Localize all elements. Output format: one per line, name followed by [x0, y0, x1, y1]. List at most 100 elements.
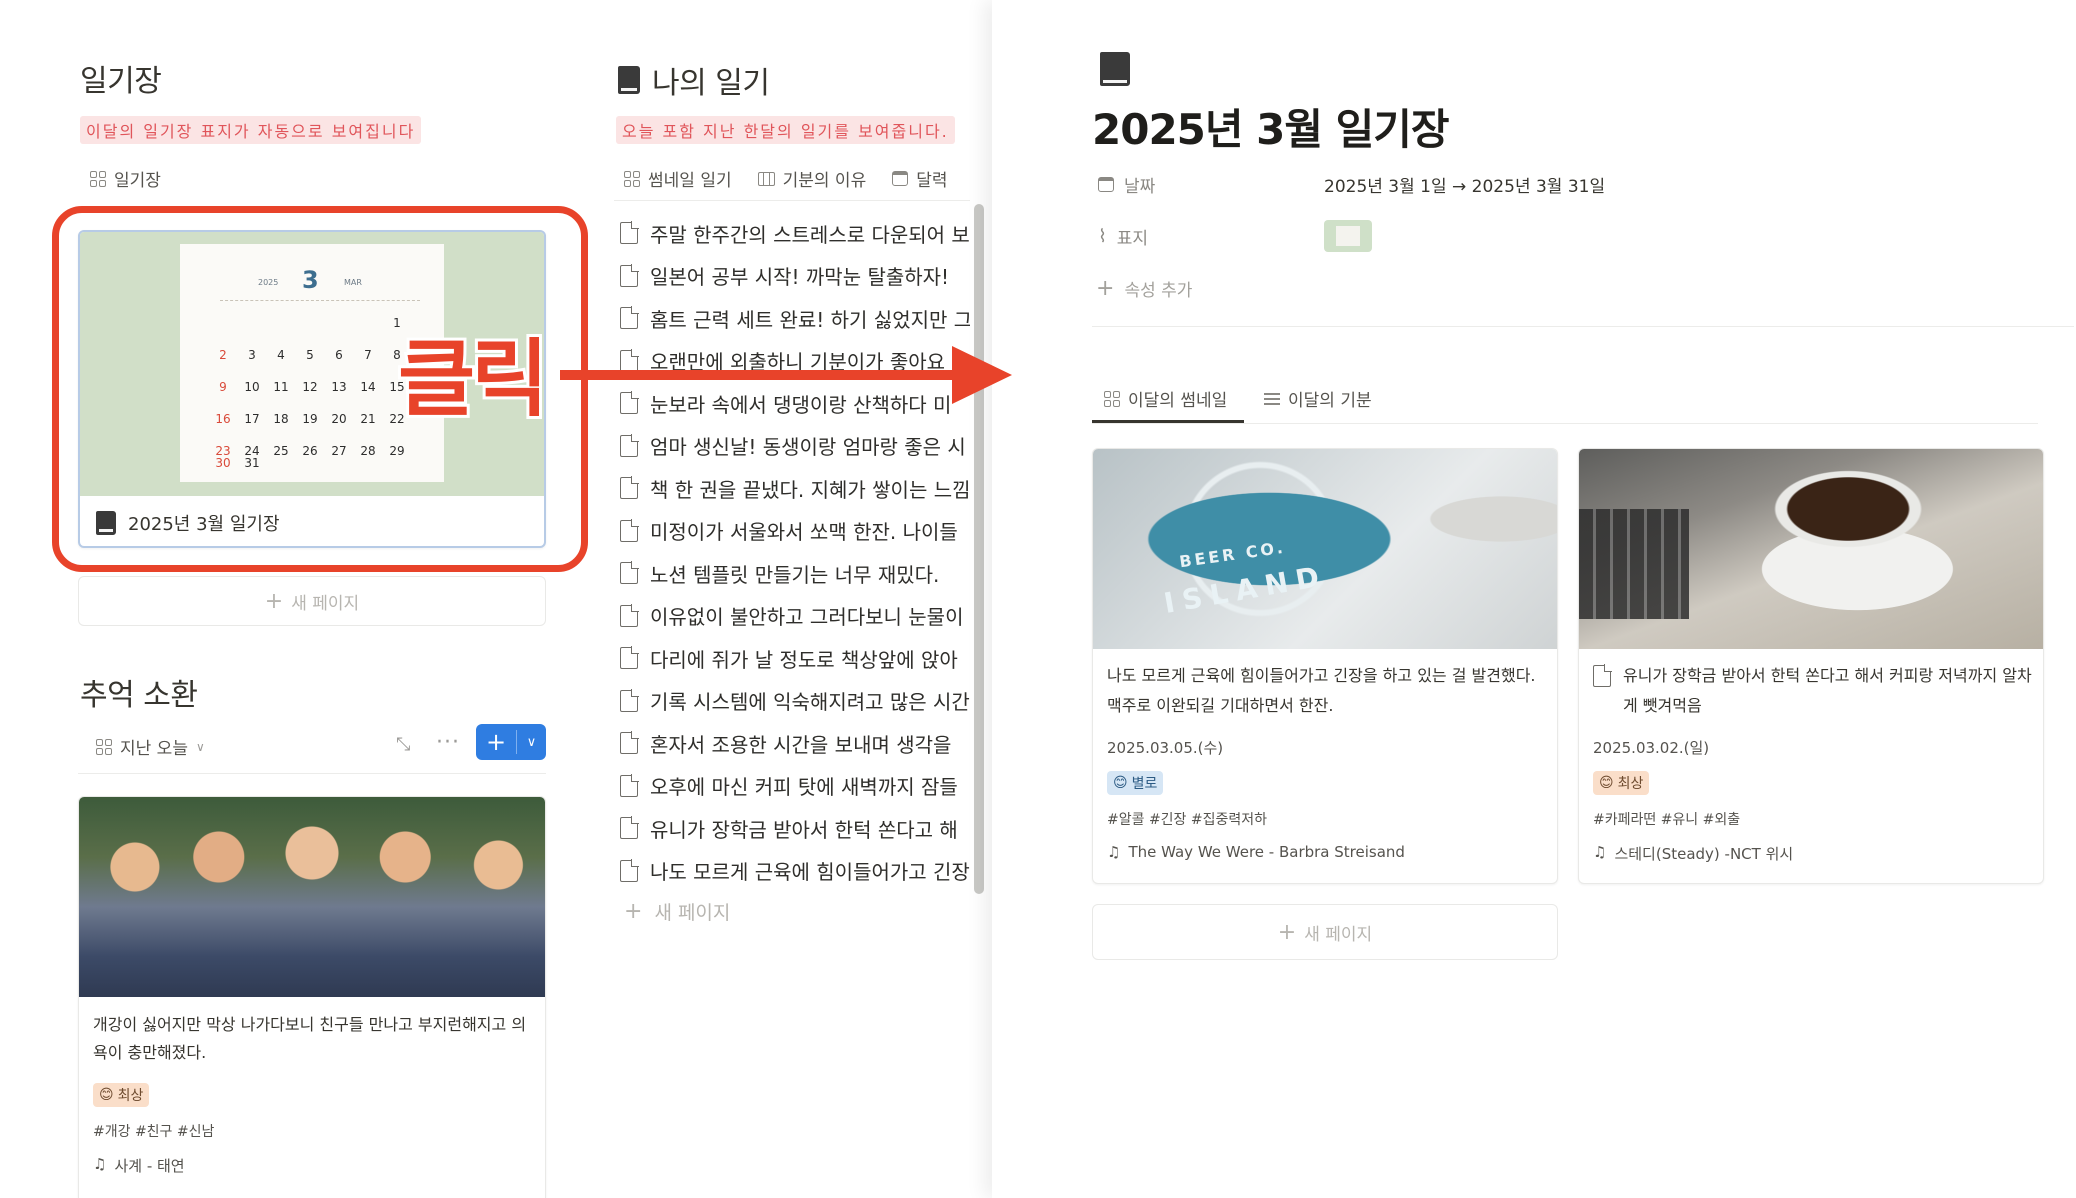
scrollbar-thumb[interactable]: [974, 204, 984, 894]
tab-mood-reason[interactable]: 기분의 이유: [757, 166, 866, 191]
memory-view-tab[interactable]: 지난 오늘 ∨: [96, 734, 205, 759]
card-1-tags: #알콜 #긴장 #집중력저하: [1107, 812, 1268, 828]
thumbnail-card-1[interactable]: BEER CO. ISLAND 나도 모르게 근육에 힘이들어가고 긴장을 하고…: [1092, 448, 1558, 884]
diary-entry-title: 기록 시스템에 익숙해지려고 많은 시간: [650, 690, 970, 714]
page-icon: [620, 263, 639, 287]
tab-calendar[interactable]: 달력: [892, 166, 948, 191]
tab-monthly-mood[interactable]: 이달의 기분: [1264, 386, 1372, 411]
prop-date-value[interactable]: 2025년 3월 1일 → 2025년 3월 31일: [1324, 172, 1605, 197]
card-photo-beer-cup: BEER CO. ISLAND: [1093, 449, 1557, 649]
diary-view-label: 일기장: [114, 171, 161, 191]
diary-entry-title: 책 한 권을 끝냈다. 지혜가 쌓이는 느낌: [650, 477, 970, 502]
my-diary-view-tabs: 썸네일 일기 기분의 이유 달력: [624, 166, 970, 191]
memory-mood-badge: 😊 최상: [93, 1083, 150, 1107]
plus-icon: +: [1096, 276, 1115, 301]
chevron-down-icon[interactable]: ∨: [517, 735, 546, 750]
page-title: 2025년 3월 일기장: [1092, 105, 1450, 154]
my-diary-new-page-button[interactable]: + 새 페이지: [624, 898, 730, 925]
diary-entry-title: 홈트 근력 세트 완료! 하기 싫었지만 그: [650, 307, 970, 332]
arrow-annotation: [560, 346, 1012, 404]
diary-entry-row[interactable]: 책 한 권을 끝냈다. 지혜가 쌓이는 느낌: [620, 467, 970, 509]
expand-icon[interactable]: ⤡: [396, 734, 410, 755]
thumbnail-card-2[interactable]: 유니가 장학금 받아서 한턱 쏜다고 해서 커피랑 저녁까지 알차게 뺏겨먹음 …: [1578, 448, 2044, 884]
card-1-song-text: The Way We Were - Barbra Streisand: [1128, 843, 1405, 861]
memory-mood-label: 최상: [117, 1088, 144, 1104]
my-diary-hint: 오늘 포함 지난 한달의 일기를 보여줍니다.: [616, 116, 955, 144]
prop-date-label: 날짜: [1124, 177, 1156, 197]
smile-icon: 😊: [1599, 775, 1614, 791]
card-1-song: ♫ The Way We Were - Barbra Streisand: [1107, 843, 1405, 861]
card-2-text-row: 유니가 장학금 받아서 한턱 쏜다고 해서 커피랑 저녁까지 알차게 뺏겨먹음: [1593, 661, 2033, 721]
music-note-icon: ♫: [1107, 843, 1121, 861]
tab-calendar-label: 달력: [916, 171, 948, 191]
tab-thumbnail-diary[interactable]: 썸네일 일기: [624, 166, 732, 191]
gallery-icon: [1104, 390, 1120, 407]
diary-entry-row[interactable]: 다리에 쥐가 날 정도로 책상앞에 앉아: [620, 637, 970, 679]
my-diary-header: 나의 일기: [618, 58, 770, 102]
my-diary-divider: [614, 200, 970, 201]
diary-entry-row[interactable]: 일본어 공부 시작! 까막눈 탈출하자!: [620, 255, 970, 297]
card-2-text: 유니가 장학금 받아서 한턱 쏜다고 해서 커피랑 저녁까지 알차게 뺏겨먹음: [1623, 666, 2032, 715]
tab-monthly-thumbnail[interactable]: 이달의 썸네일: [1104, 386, 1227, 411]
diary-entry-row[interactable]: 홈트 근력 세트 완료! 하기 싫었지만 그: [620, 297, 970, 339]
board-icon: [757, 171, 775, 186]
diary-entry-row[interactable]: 노션 템플릿 만들기는 너무 재밌다.: [620, 552, 970, 594]
plus-icon: +: [264, 588, 284, 614]
diary-entry-row[interactable]: 기록 시스템에 익숙해지려고 많은 시간: [620, 680, 970, 722]
music-note-icon: ♫: [93, 1155, 107, 1173]
memory-card-text: 개강이 싫어지만 막상 나가다보니 친구들 만나고 부지런해지고 의욕이 충만해…: [93, 1015, 527, 1062]
page-icon: [1593, 664, 1612, 687]
card-1-text: 나도 모르게 근육에 힘이들어가고 긴장을 하고 있는 걸 발견했다. 맥주로 …: [1107, 666, 1536, 715]
smile-icon: 😊: [1113, 775, 1128, 791]
page-icon: [620, 476, 639, 499]
more-icon[interactable]: ···: [436, 730, 460, 755]
card-2-date: 2025.03.02.(일): [1593, 739, 1710, 757]
page-icon: [620, 221, 639, 244]
diary-entry-row[interactable]: 미정이가 서울와서 쏘맥 한잔. 나이들: [620, 510, 970, 552]
memory-song: ♫ 사계 - 태연: [93, 1155, 185, 1176]
diary-entry-title: 엄마 생신날! 동생이랑 엄마랑 좋은 시: [650, 435, 966, 459]
diary-entry-title: 혼자서 조용한 시간을 보내며 생각을: [650, 732, 952, 757]
diary-section-title: 일기장: [80, 64, 162, 99]
diary-entry-row[interactable]: 유니가 장학금 받아서 한턱 쏜다고 해: [620, 807, 970, 849]
new-entry-button[interactable]: + ∨: [476, 724, 546, 760]
plus-icon: +: [1277, 919, 1297, 945]
diary-entry-row[interactable]: 엄마 생신날! 동생이랑 엄마랑 좋은 시: [620, 425, 970, 467]
gallery-icon: [96, 738, 112, 755]
gallery-icon: [624, 170, 640, 187]
chevron-down-icon: ∨: [195, 739, 205, 754]
diary-entry-title: 노션 템플릿 만들기는 너무 재밌다.: [650, 562, 940, 587]
card-2-tags: #카페라떤 #유니 #외출: [1593, 812, 1741, 828]
diary-entry-row[interactable]: 이유없이 불안하고 그러다보니 눈물이: [620, 595, 970, 637]
diary-entry-row[interactable]: 주말 한주간의 스트레스로 다운되어 보: [620, 212, 970, 254]
memory-view-label: 지난 오늘: [120, 739, 188, 759]
diary-entry-title: 일본어 공부 시작! 까막눈 탈출하자!: [650, 265, 950, 289]
diary-view-tab[interactable]: 일기장: [90, 166, 161, 191]
prop-cover-thumbnail[interactable]: [1324, 220, 1372, 252]
page-icon: [620, 773, 639, 797]
tabs-divider: [1092, 423, 2038, 424]
card-1-date: 2025.03.05.(수): [1107, 739, 1224, 757]
add-property-button[interactable]: + 속성 추가: [1096, 276, 1192, 301]
diary-entry-title: 주말 한주간의 스트레스로 다운되어 보: [650, 222, 970, 247]
diary-entry-row[interactable]: 나도 모르게 근육에 힘이들어가고 긴장: [620, 850, 970, 892]
diary-entry-title: 다리에 쥐가 날 정도로 책상앞에 앉아: [650, 647, 958, 672]
memory-song-text: 사계 - 태연: [114, 1157, 185, 1175]
prop-cover-name[interactable]: ⌇ 표지: [1098, 224, 1148, 249]
diary-entry-row[interactable]: 혼자서 조용한 시간을 보내며 생각을: [620, 722, 970, 764]
page-icon: [620, 518, 639, 542]
prop-date-name[interactable]: 날짜: [1098, 172, 1155, 197]
laptop-keyboard-image: [1579, 509, 1689, 619]
diary-entry-title: 미정이가 서울와서 쏘맥 한잔. 나이들: [650, 520, 958, 544]
page-icon: [620, 646, 639, 669]
add-property-label: 속성 추가: [1124, 281, 1193, 301]
diary-new-page-label: 새 페이지: [291, 593, 360, 614]
memory-card[interactable]: 개강이 싫어지만 막상 나가다보니 친구들 만나고 부지런해지고 의욕이 충만해…: [78, 796, 546, 1198]
diary-entry-title: 유니가 장학금 받아서 한턱 쏜다고 해: [650, 817, 958, 842]
page-book-icon: [1100, 52, 1130, 86]
page-new-page-label: 새 페이지: [1304, 924, 1373, 945]
diary-new-page-button[interactable]: + 새 페이지: [78, 576, 546, 626]
page-new-page-button[interactable]: + 새 페이지: [1092, 904, 1558, 960]
diary-entry-row[interactable]: 오후에 마신 커피 탓에 새벽까지 잠들: [620, 765, 970, 807]
page-props-divider: [1092, 326, 2074, 327]
